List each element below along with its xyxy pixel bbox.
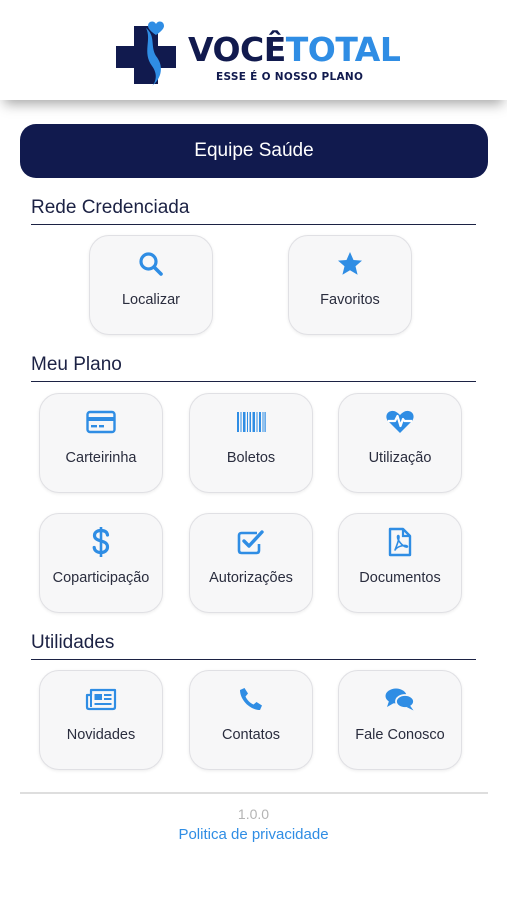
- tile-label: Localizar: [121, 292, 181, 308]
- tile-contatos[interactable]: Contatos: [189, 670, 313, 770]
- card-icon: [86, 410, 116, 434]
- tile-coparticipacao[interactable]: Coparticipação: [39, 513, 163, 613]
- brand-name-part1: VOCÊ: [188, 30, 286, 69]
- tile-label: Utilização: [368, 450, 432, 466]
- newspaper-icon: [85, 688, 117, 711]
- tile-utilizacao[interactable]: Utilização: [338, 393, 462, 493]
- tile-label: Coparticipação: [52, 570, 150, 586]
- tile-fale-conosco[interactable]: Fale Conosco: [338, 670, 462, 770]
- chat-icon: [385, 688, 415, 711]
- phone-icon: [240, 688, 262, 710]
- brand-tagline: ESSE É O NOSSO PLANO: [216, 71, 364, 83]
- tile-label: Carteirinha: [65, 450, 137, 466]
- tile-documentos[interactable]: Documentos: [338, 513, 462, 613]
- tile-novidades[interactable]: Novidades: [39, 670, 163, 770]
- team-health-button[interactable]: Equipe Saúde: [20, 124, 488, 178]
- tile-label: Autorizações: [209, 570, 293, 586]
- section-title-rede-credenciada: Rede Credenciada: [31, 195, 476, 225]
- pdf-file-icon: [388, 527, 412, 557]
- brand-name: VOCÊTOTAL: [188, 30, 401, 70]
- tile-label: Boletos: [226, 450, 276, 466]
- heartbeat-icon: [386, 410, 414, 433]
- tile-label: Favoritos: [320, 292, 380, 308]
- medical-cross-logo-icon: [116, 21, 176, 86]
- checkbox-icon: [237, 530, 264, 555]
- privacy-policy-link[interactable]: Politica de privacidade: [0, 826, 507, 843]
- footer-divider: [20, 792, 488, 794]
- dollar-icon: [92, 527, 110, 557]
- search-icon: [139, 252, 163, 276]
- tile-label: Contatos: [221, 727, 281, 743]
- tile-carteirinha[interactable]: Carteirinha: [39, 393, 163, 493]
- section-title-utilidades: Utilidades: [31, 630, 476, 660]
- barcode-icon: [237, 412, 266, 432]
- tile-favoritos[interactable]: Favoritos: [288, 235, 412, 335]
- brand-name-part2: TOTAL: [285, 30, 401, 69]
- tile-boletos[interactable]: Boletos: [189, 393, 313, 493]
- section-title-meu-plano: Meu Plano: [31, 352, 476, 382]
- star-icon: [338, 252, 362, 275]
- tile-label: Fale Conosco: [355, 727, 445, 743]
- tile-label: Documentos: [359, 570, 441, 586]
- tile-localizar[interactable]: Localizar: [89, 235, 213, 335]
- brand-logo: VOCÊTOTAL ESSE É O NOSSO PLANO: [112, 18, 402, 88]
- app-header: VOCÊTOTAL ESSE É O NOSSO PLANO: [0, 0, 507, 100]
- tile-autorizacoes[interactable]: Autorizações: [189, 513, 313, 613]
- app-version: 1.0.0: [237, 806, 270, 822]
- tile-label: Novidades: [66, 727, 136, 743]
